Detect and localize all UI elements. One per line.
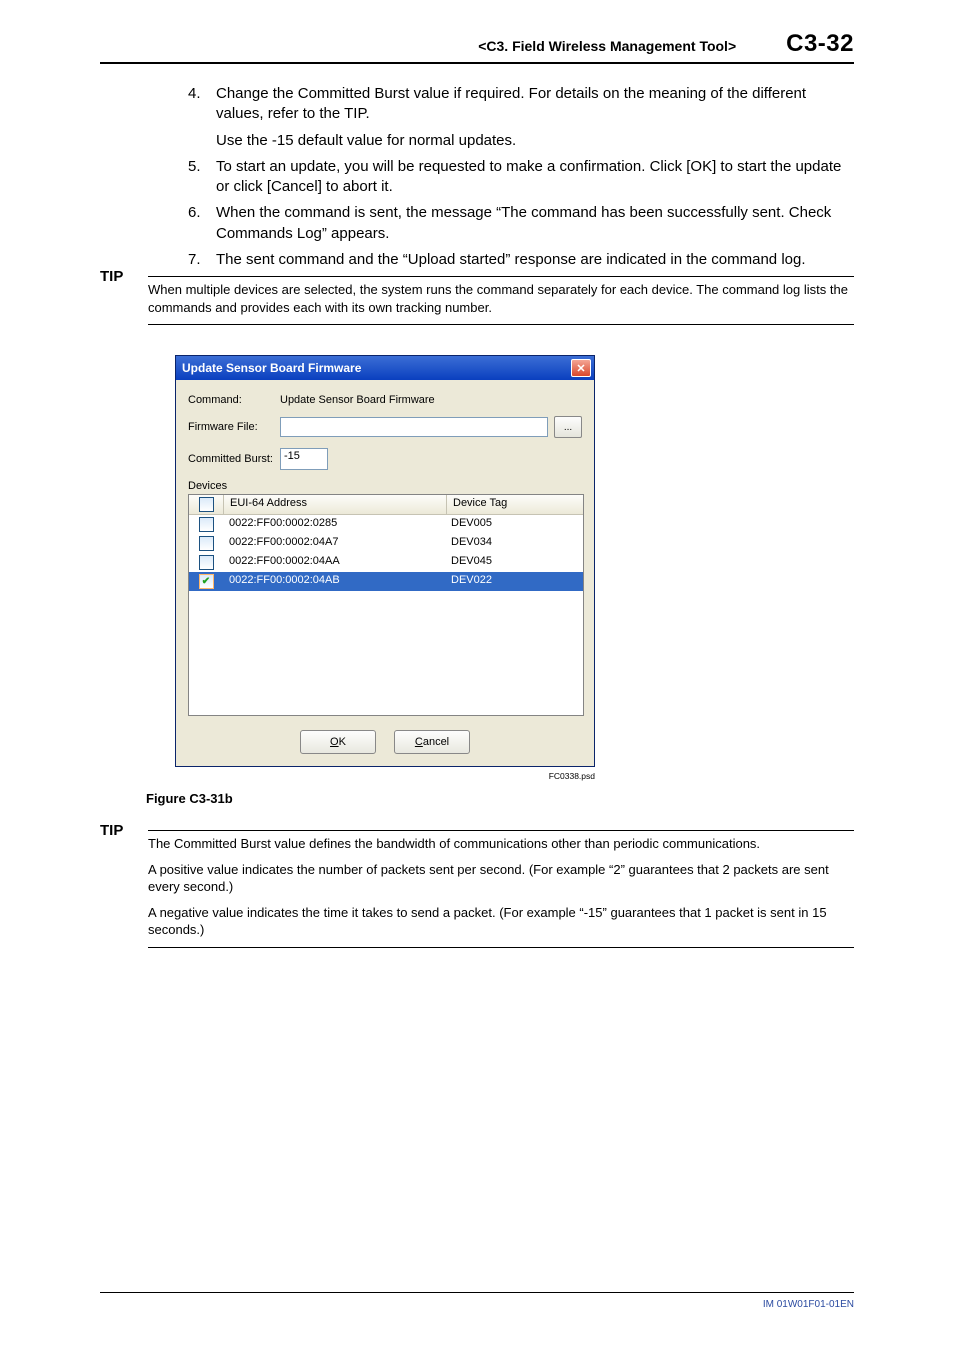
dialog-title: Update Sensor Board Firmware <box>182 361 361 375</box>
tip-text: When multiple devices are selected, the … <box>148 281 854 325</box>
header-checkbox[interactable] <box>189 495 224 514</box>
eui-cell: 0022:FF00:0002:0285 <box>223 515 445 534</box>
page-header: <C3. Field Wireless Management Tool> C3-… <box>100 30 854 64</box>
cancel-button[interactable]: Cancel <box>394 730 470 754</box>
tip-text: The Committed Burst value defines the ba… <box>148 835 854 948</box>
tag-cell: DEV034 <box>445 534 583 553</box>
committed-burst-label: Committed Burst: <box>188 453 280 465</box>
row-checkbox[interactable] <box>199 517 214 532</box>
committed-burst-input[interactable]: -15 <box>280 448 328 470</box>
eui-cell: 0022:FF00:0002:04A7 <box>223 534 445 553</box>
eui-cell: 0022:FF00:0002:04AB <box>223 572 445 591</box>
header-eui: EUI-64 Address <box>224 495 447 514</box>
step-list: 4.Change the Committed Burst value if re… <box>188 84 854 270</box>
command-value: Update Sensor Board Firmware <box>280 394 435 406</box>
table-row[interactable]: 0022:FF00:0002:04AADEV045 <box>189 553 583 572</box>
table-row[interactable]: ✔ 0022:FF00:0002:04ABDEV022 <box>189 572 583 591</box>
page-number: C3-32 <box>786 30 854 58</box>
row-checkbox[interactable]: ✔ <box>199 574 214 589</box>
close-icon[interactable]: ✕ <box>571 359 591 377</box>
eui-cell: 0022:FF00:0002:04AA <box>223 553 445 572</box>
step-item: 5.To start an update, you will be reques… <box>188 157 854 198</box>
tag-cell: DEV022 <box>445 572 583 591</box>
tip-label: TIP <box>100 268 123 285</box>
page-footer: IM 01W01F01-01EN <box>100 1292 854 1310</box>
table-row[interactable]: 0022:FF00:0002:0285DEV005 <box>189 515 583 534</box>
header-tag: Device Tag <box>447 495 583 514</box>
devices-table: EUI-64 Address Device Tag 0022:FF00:0002… <box>188 494 584 716</box>
row-checkbox[interactable] <box>199 555 214 570</box>
browse-button[interactable]: ... <box>554 416 582 438</box>
section-title: <C3. Field Wireless Management Tool> <box>478 38 736 54</box>
step-item: 4.Change the Committed Burst value if re… <box>188 84 854 151</box>
table-row[interactable]: 0022:FF00:0002:04A7DEV034 <box>189 534 583 553</box>
command-label: Command: <box>188 394 280 406</box>
tag-cell: DEV045 <box>445 553 583 572</box>
devices-label: Devices <box>188 480 582 492</box>
row-checkbox[interactable] <box>199 536 214 551</box>
ok-button[interactable]: OK <box>300 730 376 754</box>
tag-cell: DEV005 <box>445 515 583 534</box>
update-firmware-dialog: Update Sensor Board Firmware ✕ Command: … <box>175 355 595 767</box>
dialog-titlebar: Update Sensor Board Firmware ✕ <box>176 356 594 380</box>
figure-caption: Figure C3-31b <box>146 791 854 806</box>
firmware-file-input[interactable] <box>280 417 548 437</box>
step-item: 7.The sent command and the “Upload start… <box>188 250 854 270</box>
step-item: 6.When the command is sent, the message … <box>188 203 854 244</box>
tip-block-1: TIP When multiple devices are selected, … <box>100 276 854 325</box>
tip-block-2: TIP The Committed Burst value defines th… <box>100 830 854 948</box>
tip-label: TIP <box>100 822 123 839</box>
firmware-file-label: Firmware File: <box>188 421 280 433</box>
figure-reference: FC0338.psd <box>175 771 595 781</box>
